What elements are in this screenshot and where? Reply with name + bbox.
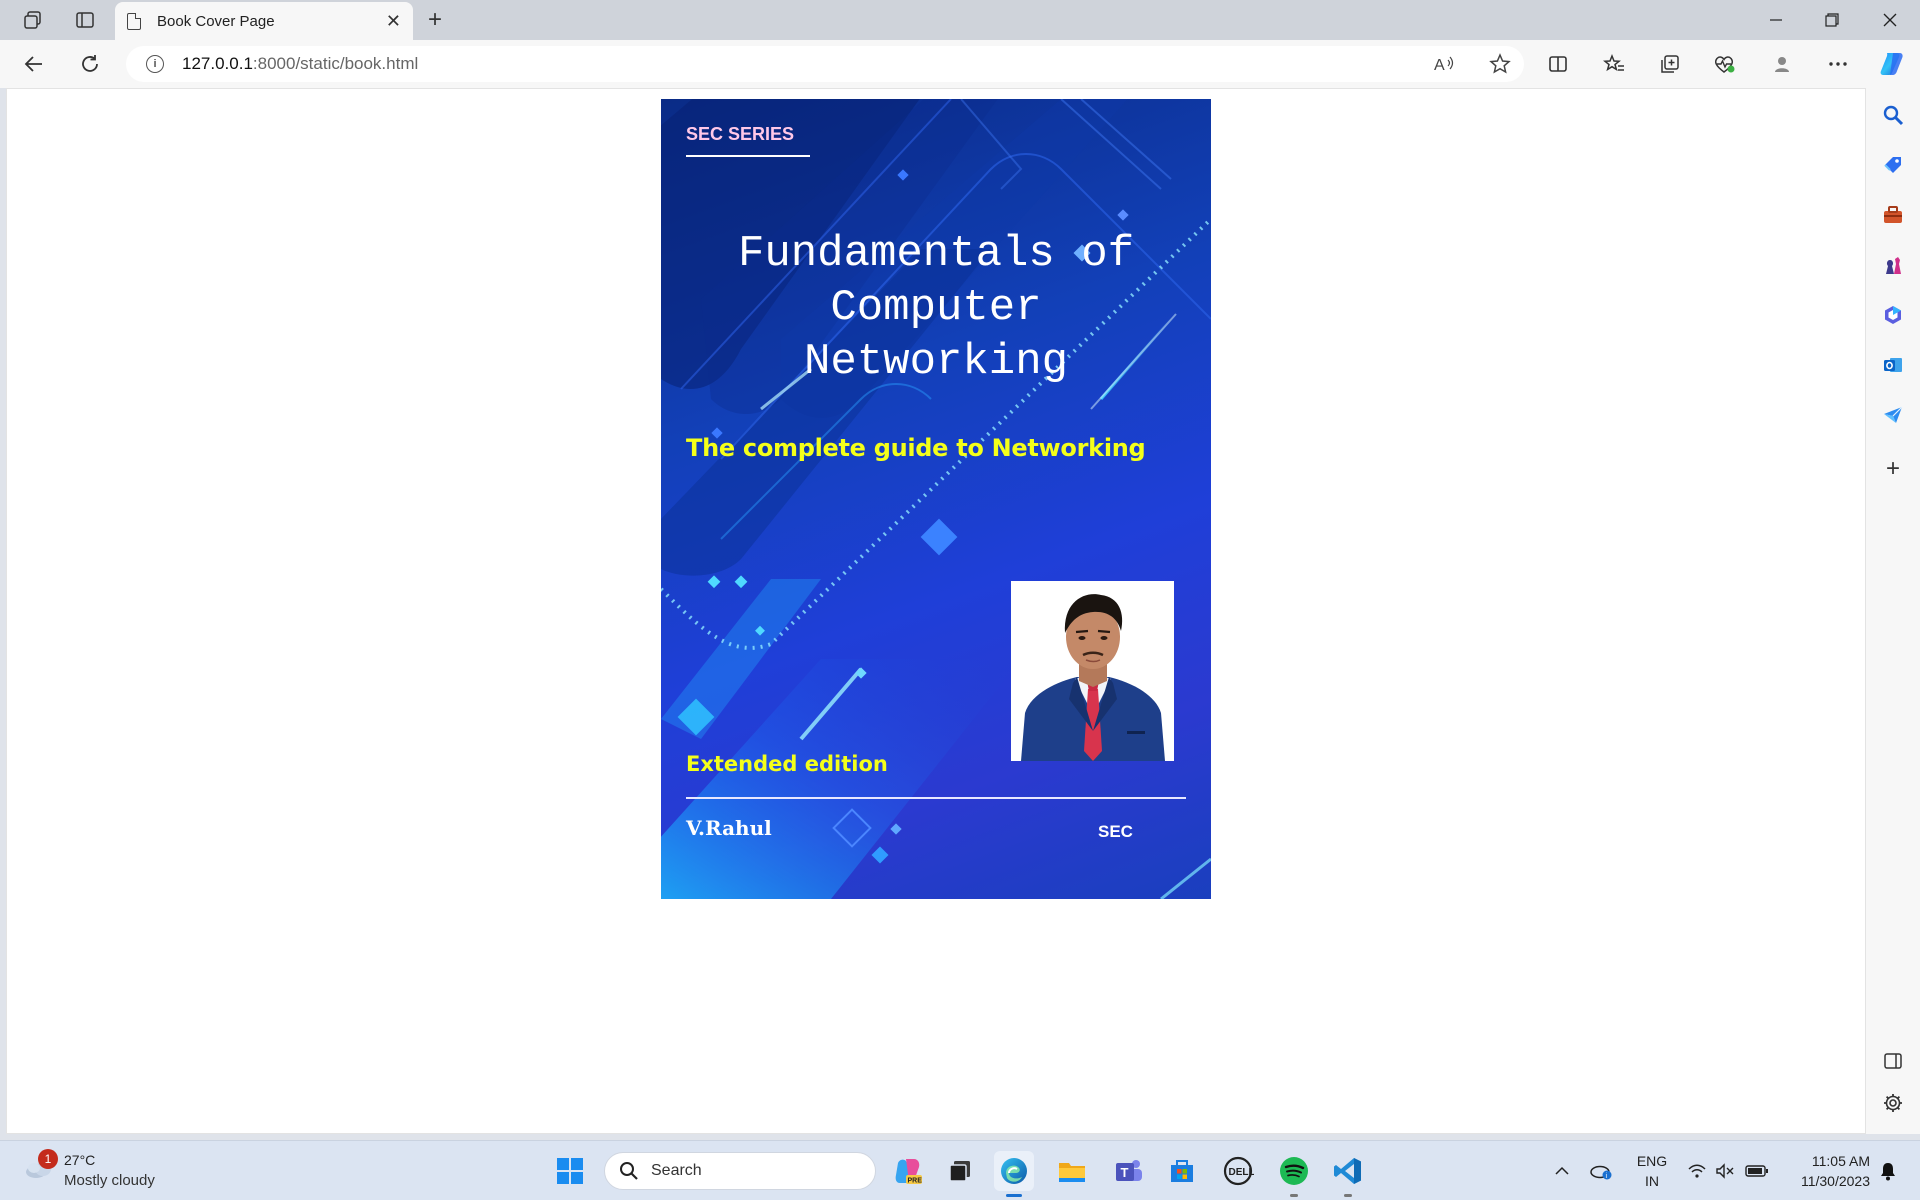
send-icon[interactable]: [1878, 400, 1908, 430]
restore-button[interactable]: [1804, 0, 1860, 40]
book-title: Fundamentals of Computer Networking: [681, 227, 1191, 389]
book-cover: SEC SERIES Fundamentals of Computer Netw…: [661, 99, 1211, 899]
address-bar[interactable]: i 127.0.0.1:8000/static/book.html A: [126, 46, 1524, 82]
tab-title: Book Cover Page: [157, 12, 275, 30]
onedrive-icon[interactable]: i: [1588, 1151, 1614, 1191]
copilot-preview-icon[interactable]: PRE: [888, 1151, 928, 1191]
page-icon: [127, 12, 141, 30]
author-name: V.Rahul: [686, 816, 772, 840]
file-explorer-icon[interactable]: [1052, 1151, 1092, 1191]
svg-text:T: T: [1121, 1165, 1129, 1180]
svg-text:PRE: PRE: [908, 1178, 923, 1185]
edge-sidebar: +: [1866, 88, 1920, 1134]
teams-icon[interactable]: T: [1108, 1151, 1148, 1191]
show-hidden-icons-icon[interactable]: [1552, 1151, 1572, 1191]
close-window-button[interactable]: [1862, 0, 1918, 40]
weather-condition: Mostly cloudy: [64, 1172, 155, 1189]
profile-icon[interactable]: [1766, 50, 1798, 78]
language-indicator[interactable]: ENG IN: [1630, 1151, 1674, 1191]
title-line-3: Networking: [803, 337, 1069, 387]
url-host: 127.0.0.1: [182, 54, 253, 73]
minimize-button[interactable]: [1748, 0, 1804, 40]
svg-text:A: A: [1434, 57, 1445, 74]
weather-badge: 1: [38, 1149, 58, 1169]
collections-icon[interactable]: [1654, 50, 1686, 78]
battery-icon[interactable]: [1744, 1151, 1770, 1191]
windows-taskbar: 1 27°C Mostly cloudy Search PRE T DELL i…: [0, 1140, 1920, 1200]
notification-bell-icon[interactable]: [1876, 1151, 1900, 1191]
shopping-icon[interactable]: [1878, 150, 1908, 180]
games-icon[interactable]: [1878, 250, 1908, 280]
more-icon[interactable]: [1822, 50, 1854, 78]
edge-icon[interactable]: [994, 1151, 1034, 1197]
language-line-2: IN: [1645, 1173, 1659, 1189]
task-view-icon[interactable]: [940, 1151, 980, 1191]
sidebar-toggle-icon[interactable]: [1878, 1046, 1908, 1076]
favorite-star-icon[interactable]: [1486, 50, 1514, 78]
add-icon[interactable]: +: [1878, 454, 1908, 484]
weather-temp: 27°C: [64, 1152, 96, 1168]
cover-divider: [686, 797, 1186, 799]
system-clock[interactable]: 11:05 AM 11/30/2023: [1782, 1151, 1870, 1191]
series-underline: [686, 155, 810, 157]
clock-time: 11:05 AM: [1811, 1153, 1870, 1169]
url-path: :8000/static/book.html: [252, 54, 419, 73]
search-icon[interactable]: [1878, 100, 1908, 130]
settings-icon[interactable]: [1878, 1088, 1908, 1118]
browser-essentials-icon[interactable]: [1708, 50, 1740, 78]
clock-date: 11/30/2023: [1800, 1173, 1870, 1189]
book-subtitle: The complete guide to Networking: [686, 434, 1146, 462]
tab-strip: Book Cover Page ✕ +: [0, 0, 1920, 40]
new-tab-button[interactable]: +: [420, 6, 450, 34]
taskbar-search[interactable]: Search: [604, 1152, 876, 1190]
microsoft-store-icon[interactable]: [1162, 1151, 1202, 1191]
dell-icon[interactable]: DELL: [1218, 1151, 1258, 1191]
close-tab-icon[interactable]: ✕: [386, 11, 401, 32]
edition-label: Extended edition: [686, 752, 888, 776]
author-photo: [1011, 581, 1174, 761]
search-glass-icon: [620, 1162, 638, 1180]
svg-text:DELL: DELL: [1229, 1167, 1255, 1178]
active-tab[interactable]: Book Cover Page ✕: [115, 2, 413, 40]
read-aloud-icon[interactable]: A: [1430, 50, 1458, 78]
vscode-icon[interactable]: [1328, 1151, 1368, 1197]
search-label: Search: [651, 1162, 702, 1179]
volume-muted-icon[interactable]: [1714, 1151, 1736, 1191]
microsoft-365-icon[interactable]: [1878, 300, 1908, 330]
back-icon[interactable]: [18, 50, 50, 78]
weather-widget[interactable]: 1 27°C Mostly cloudy: [20, 1149, 180, 1193]
tools-icon[interactable]: [1878, 200, 1908, 230]
spotify-icon[interactable]: [1274, 1151, 1314, 1197]
outlook-icon[interactable]: [1878, 350, 1908, 380]
browser-toolbar: i 127.0.0.1:8000/static/book.html A: [0, 40, 1920, 88]
site-info-icon[interactable]: i: [146, 55, 164, 73]
favorites-icon[interactable]: [1598, 50, 1630, 78]
wifi-icon[interactable]: [1686, 1151, 1708, 1191]
title-line-1: Fundamentals of: [737, 229, 1135, 279]
start-icon[interactable]: [550, 1151, 590, 1191]
copilot-icon[interactable]: [1876, 50, 1908, 78]
workspaces-icon[interactable]: [16, 6, 50, 34]
cover-background-art: [661, 99, 1211, 899]
title-line-2: Computer: [830, 283, 1042, 333]
language-line-1: ENG: [1636, 1153, 1668, 1169]
tab-actions-icon[interactable]: [68, 6, 102, 34]
series-label: SEC SERIES: [686, 124, 795, 144]
page-viewport: SEC SERIES Fundamentals of Computer Netw…: [6, 88, 1866, 1134]
refresh-icon[interactable]: [74, 50, 106, 78]
split-screen-icon[interactable]: [1542, 50, 1574, 78]
publisher-name: SEC: [1098, 822, 1133, 841]
